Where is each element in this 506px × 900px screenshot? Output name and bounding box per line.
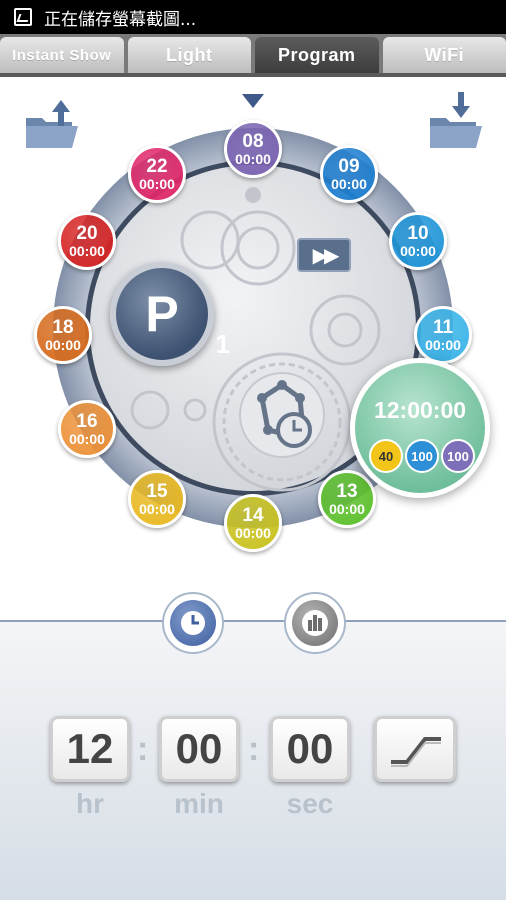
- tab-wifi[interactable]: WiFi: [382, 37, 506, 73]
- second-field[interactable]: 00: [270, 716, 350, 782]
- hour-node-18[interactable]: 18 00:00: [34, 306, 92, 364]
- colon-separator: :: [137, 730, 149, 768]
- tab-instant-show[interactable]: Instant Show: [0, 37, 124, 73]
- bar-levels-icon: [302, 610, 328, 636]
- active-slot-time: 12:00:00: [373, 397, 467, 423]
- tab-light[interactable]: Light: [127, 37, 251, 73]
- ramp-button[interactable]: [374, 716, 456, 782]
- program-number: 1: [215, 329, 230, 359]
- hour-node-09[interactable]: 09 00:00: [320, 145, 378, 203]
- colon-separator: :: [248, 730, 260, 768]
- clock-icon: [181, 611, 205, 635]
- tab-bar: Instant Show Light Program WiFi: [0, 34, 506, 76]
- status-bar: 正在儲存螢幕截圖...: [0, 0, 506, 34]
- hour-node-16[interactable]: 16 00:00: [58, 400, 116, 458]
- levels-mode-button[interactable]: [284, 592, 346, 654]
- top-marker-icon: [242, 94, 264, 108]
- fast-forward-icon: ▶▶: [312, 244, 340, 267]
- fast-forward-button[interactable]: ▶▶: [297, 238, 351, 272]
- hour-node-10[interactable]: 10 00:00: [389, 212, 447, 270]
- second-label: sec: [286, 788, 334, 819]
- divider: [0, 620, 506, 622]
- program-letter: P: [145, 286, 179, 342]
- hour-node-15[interactable]: 15 00:00: [128, 470, 186, 528]
- status-text: 正在儲存螢幕截圖...: [44, 9, 197, 30]
- screenshot-icon: [14, 8, 32, 26]
- active-slot-bubble[interactable]: 12:00:00 40 100 100: [350, 358, 490, 498]
- minute-label: min: [174, 788, 224, 819]
- tab-program[interactable]: Program: [255, 37, 379, 73]
- hour-label: hr: [76, 788, 104, 819]
- schedule-gear-icon: [239, 372, 325, 458]
- hour-node-20[interactable]: 20 00:00: [58, 212, 116, 270]
- minute-field[interactable]: 00: [159, 716, 239, 782]
- hour-node-08[interactable]: 08 00:00: [224, 120, 282, 178]
- hour-node-13[interactable]: 13 00:00: [318, 470, 376, 528]
- level-chip-3: 100: [441, 439, 475, 473]
- clock-mode-button[interactable]: [162, 592, 224, 654]
- hour-field[interactable]: 12: [50, 716, 130, 782]
- hour-node-11[interactable]: 11 00:00: [414, 306, 472, 364]
- hour-node-22[interactable]: 22 00:00: [128, 145, 186, 203]
- tab-underline: [0, 73, 506, 77]
- level-chip-1: 40: [369, 439, 403, 473]
- ramp-curve-icon: [391, 737, 441, 767]
- hour-node-14[interactable]: 14 00:00: [224, 494, 282, 552]
- level-chip-2: 100: [405, 439, 439, 473]
- program-badge[interactable]: P 1: [110, 262, 230, 366]
